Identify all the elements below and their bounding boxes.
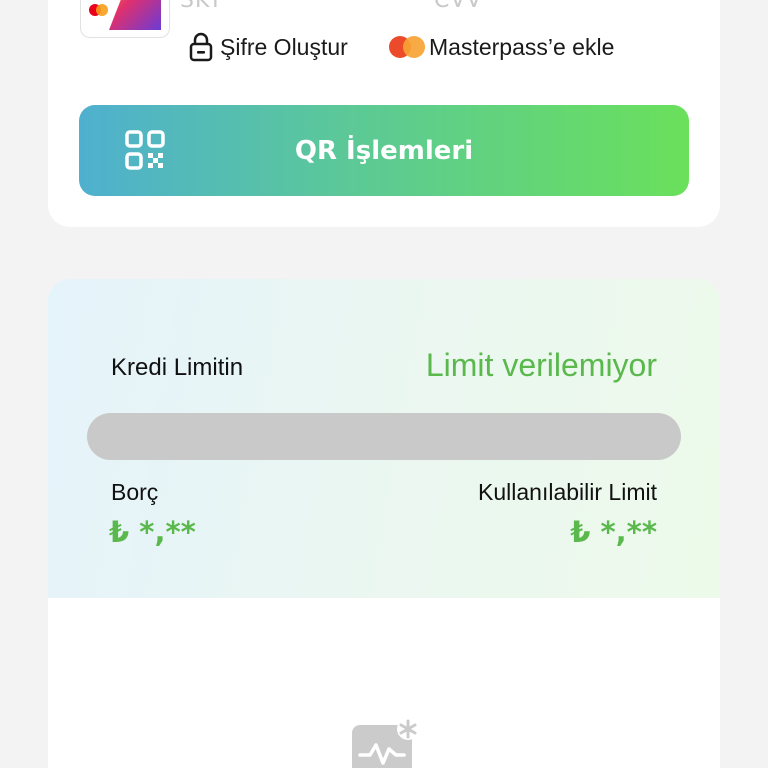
debt-value: ₺ *,** bbox=[109, 515, 196, 549]
page: SKT CVV Şifre Oluştur Masterpass’e ekle bbox=[0, 0, 768, 768]
qr-code-icon bbox=[125, 130, 165, 170]
credit-limit-card: Kredi Limitin Limit verilemiyor Borç Kul… bbox=[48, 279, 720, 768]
available-limit-label: Kullanılabilir Limit bbox=[478, 479, 657, 505]
activity-icon bbox=[352, 717, 420, 768]
expiry-label: SKT bbox=[180, 0, 224, 13]
masterpass-icon bbox=[389, 36, 425, 58]
credit-usage-bar bbox=[87, 413, 681, 460]
masterpass-add-link[interactable]: Masterpass’e ekle bbox=[389, 32, 614, 62]
credit-limit-title: Kredi Limitin bbox=[111, 354, 244, 381]
mastercard-logo-icon bbox=[89, 4, 111, 16]
credit-limit-status: Limit verilemiyor bbox=[425, 347, 657, 383]
qr-operations-button[interactable]: QR İşlemleri bbox=[79, 105, 689, 196]
card-thumbnail[interactable] bbox=[80, 0, 170, 38]
lock-icon bbox=[188, 32, 214, 62]
masterpass-label: Masterpass’e ekle bbox=[429, 33, 615, 60]
card-design-stripe bbox=[109, 0, 161, 30]
create-password-label: Şifre Oluştur bbox=[220, 33, 348, 60]
debt-label: Borç bbox=[111, 479, 159, 505]
create-password-link[interactable]: Şifre Oluştur bbox=[188, 32, 348, 62]
qr-operations-label: QR İşlemleri bbox=[294, 135, 474, 166]
available-limit-value: ₺ *,** bbox=[570, 515, 657, 549]
cvv-label: CVV bbox=[434, 0, 483, 13]
